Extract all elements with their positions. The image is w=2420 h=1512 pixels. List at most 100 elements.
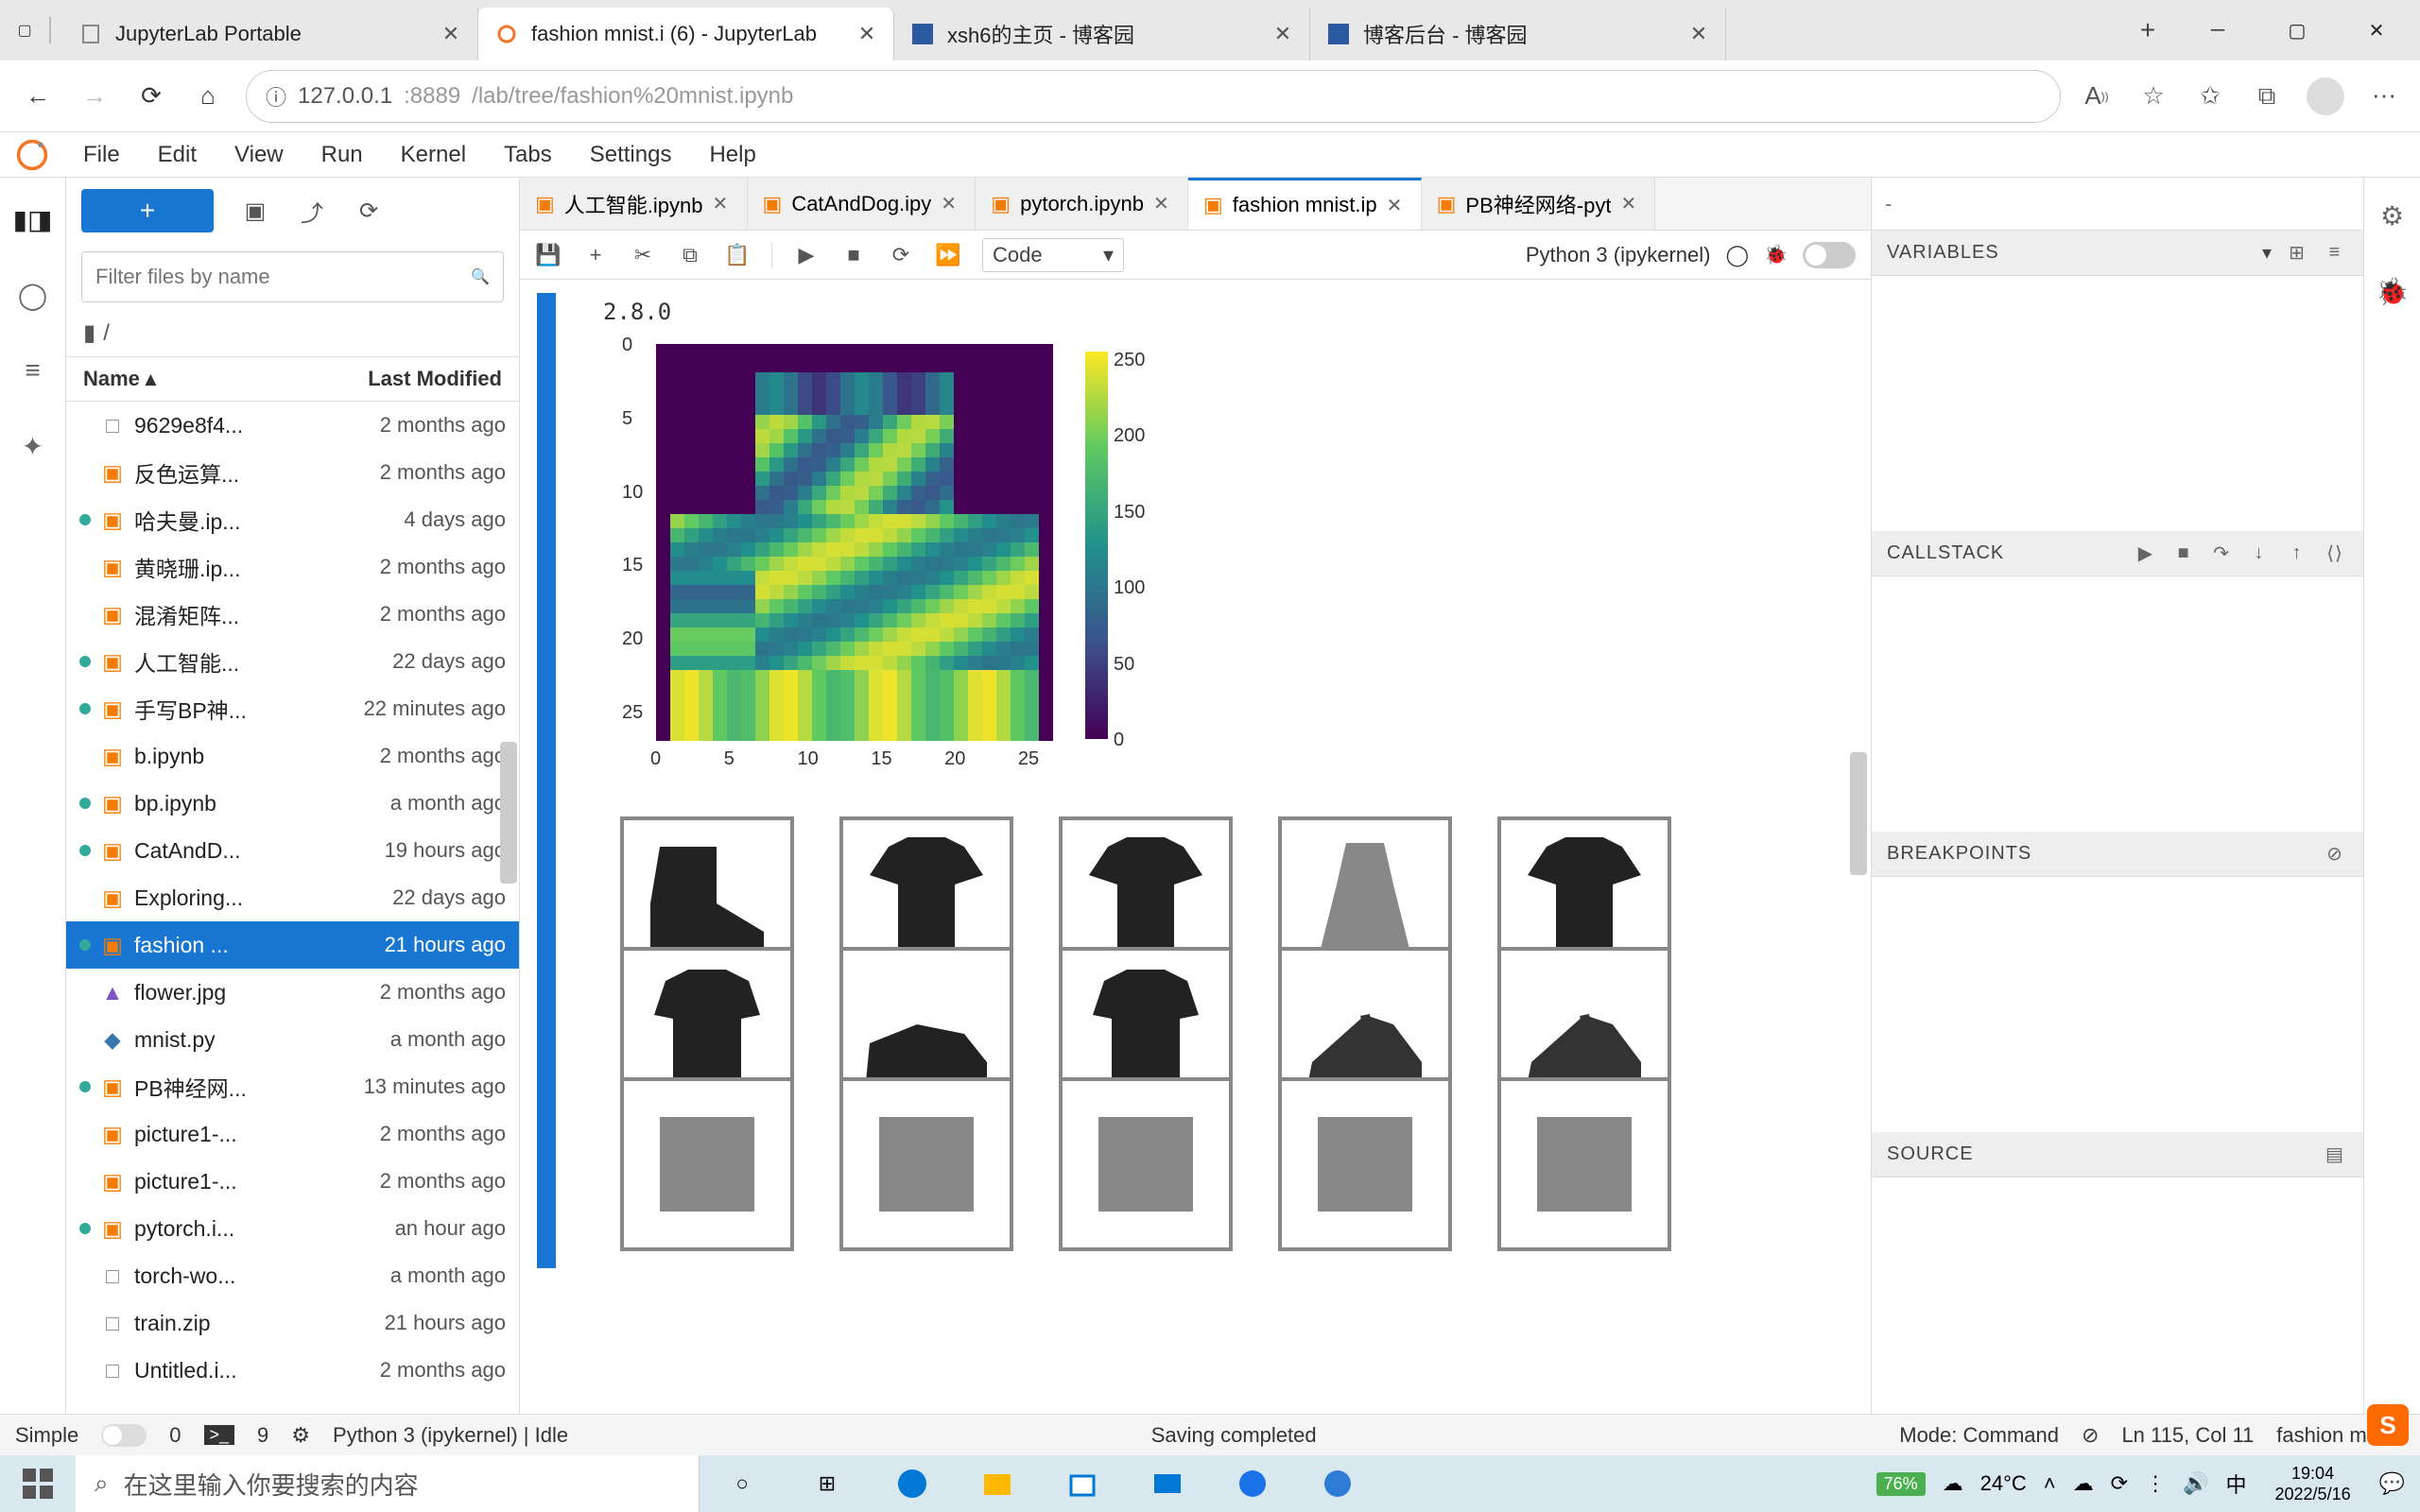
file-row[interactable]: ▣picture1-...2 months ago — [66, 1158, 519, 1205]
file-row[interactable]: ▣哈夫曼.ip...4 days ago — [66, 496, 519, 543]
mode-status[interactable]: Mode: Command — [1899, 1423, 2059, 1448]
weather-icon[interactable]: ☁ — [1943, 1471, 1963, 1496]
edge-icon[interactable] — [870, 1455, 955, 1512]
app-icon[interactable] — [1210, 1455, 1295, 1512]
document-tab[interactable]: ▣pytorch.ipynb✕ — [976, 178, 1188, 230]
sogou-ime-badge[interactable]: S — [2367, 1404, 2409, 1446]
close-icon[interactable]: ✕ — [1153, 192, 1172, 215]
file-filter[interactable]: 🔍 — [81, 251, 504, 302]
breadcrumb[interactable]: ▮ / — [66, 310, 519, 356]
favorite-icon[interactable]: ☆ — [2136, 79, 2170, 113]
close-icon[interactable]: ✕ — [856, 23, 878, 45]
collections-icon[interactable]: ⧉ — [2250, 79, 2284, 113]
col-modified[interactable]: Last Modified — [368, 367, 502, 391]
menu-file[interactable]: File — [64, 132, 139, 177]
onedrive-icon[interactable]: ☁ — [2073, 1471, 2094, 1496]
notebook-area[interactable]: 2.8.0 0510152025 0510152025 050100150200… — [520, 280, 1871, 1414]
continue-icon[interactable]: ▶ — [2133, 541, 2159, 567]
kernel-name[interactable]: Python 3 (ipykernel) — [1526, 243, 1711, 267]
start-button[interactable] — [0, 1455, 76, 1512]
nav-home[interactable]: ⌂ — [189, 77, 227, 115]
breakpoints-header[interactable]: BREAKPOINTS ⊘ — [1872, 832, 2363, 877]
cell-gutter[interactable] — [537, 293, 556, 1268]
new-folder-icon[interactable]: ▣ — [240, 196, 270, 226]
close-icon[interactable]: ✕ — [1387, 194, 1406, 217]
file-row[interactable]: ▣pytorch.i...an hour ago — [66, 1205, 519, 1252]
close-icon[interactable]: ✕ — [1620, 192, 1639, 215]
file-row[interactable]: ▣Exploring...22 days ago — [66, 874, 519, 921]
store-icon[interactable] — [1040, 1455, 1125, 1512]
cortana-icon[interactable]: ○ — [700, 1455, 785, 1512]
debugger-sidebar-icon[interactable]: 🐞 — [2374, 272, 2411, 310]
run-icon[interactable]: ▶ — [793, 242, 820, 268]
new-tab-button[interactable]: + — [2121, 0, 2174, 60]
step-over-icon[interactable]: ↷ — [2208, 541, 2235, 567]
debugger-search[interactable] — [1885, 192, 2350, 216]
file-row[interactable]: ▣黄晓珊.ip...2 months ago — [66, 543, 519, 591]
scrollbar-thumb[interactable] — [500, 742, 517, 884]
simple-toggle[interactable] — [101, 1424, 147, 1447]
menu-kernel[interactable]: Kernel — [382, 132, 485, 177]
file-row[interactable]: □9629e8f4...2 months ago — [66, 402, 519, 449]
file-row[interactable]: ▲flower.jpg2 months ago — [66, 969, 519, 1016]
edge-legacy-icon[interactable] — [1295, 1455, 1380, 1512]
nav-back[interactable]: ← — [19, 77, 57, 115]
window-maximize[interactable]: ▢ — [2261, 4, 2333, 57]
file-filter-input[interactable] — [95, 265, 461, 289]
debugger-icon[interactable]: 🐞 — [1764, 243, 1788, 266]
menu-view[interactable]: View — [216, 132, 302, 177]
paste-icon[interactable]: 📋 — [724, 242, 751, 268]
browser-tab[interactable]: xsh6的主页 - 博客园✕ — [894, 8, 1310, 60]
browser-tab[interactable]: fashion mnist.i (6) - JupyterLab✕ — [478, 8, 894, 60]
variables-header[interactable]: VARIABLES ▾ ⊞ ≡ — [1872, 231, 2363, 276]
document-tab[interactable]: ▣fashion mnist.ip✕ — [1188, 178, 1422, 230]
browser-tab[interactable]: JupyterLab Portable✕ — [62, 8, 478, 60]
volume-icon[interactable]: 🔊 — [2183, 1471, 2208, 1496]
table-view-icon[interactable]: ≡ — [2322, 240, 2348, 266]
file-row[interactable]: ▣bp.ipynba month ago — [66, 780, 519, 827]
file-row[interactable]: □torch-wo...a month ago — [66, 1252, 519, 1299]
jupyter-logo[interactable] — [11, 134, 53, 176]
restart-icon[interactable]: ⟳ — [888, 242, 914, 268]
notifications-icon[interactable]: 💬 — [2379, 1471, 2405, 1496]
url-input[interactable]: ⓘ 127.0.0.1:8889/lab/tree/fashion%20mnis… — [246, 70, 2061, 123]
taskbar-search[interactable]: ⌕ 在这里输入你要搜索的内容 — [76, 1455, 700, 1512]
file-row[interactable]: ▣picture1-...2 months ago — [66, 1110, 519, 1158]
clear-breakpoints-icon[interactable]: ⊘ — [2322, 841, 2348, 868]
update-icon[interactable]: ⟳ — [2111, 1471, 2128, 1496]
cut-icon[interactable]: ✂ — [630, 242, 656, 268]
close-icon[interactable]: ✕ — [941, 192, 959, 215]
file-row[interactable]: □Untitled.i...2 months ago — [66, 1347, 519, 1394]
profile-avatar[interactable] — [2307, 77, 2344, 115]
refresh-icon[interactable]: ⟳ — [354, 196, 384, 226]
temperature[interactable]: 24°C — [1980, 1471, 2027, 1496]
source-header[interactable]: SOURCE ▤ — [1872, 1132, 2363, 1177]
step-out-icon[interactable]: ↑ — [2284, 541, 2310, 567]
close-icon[interactable]: ✕ — [440, 23, 462, 45]
wifi-icon[interactable]: ⋮ — [2145, 1471, 2166, 1496]
toc-icon[interactable]: ≡ — [14, 352, 52, 389]
copy-icon[interactable]: ⧉ — [677, 242, 703, 268]
frames-icon[interactable]: ⟨⟩ — [2322, 541, 2348, 567]
menu-run[interactable]: Run — [302, 132, 382, 177]
tree-view-icon[interactable]: ⊞ — [2284, 240, 2310, 266]
nav-refresh[interactable]: ⟳ — [132, 77, 170, 115]
filebrowser-icon[interactable]: ▮◨ — [14, 200, 52, 238]
battery-icon[interactable]: 76% — [1876, 1472, 1926, 1496]
add-cell-icon[interactable]: + — [582, 242, 609, 268]
callstack-header[interactable]: CALLSTACK ▶ ■ ↷ ↓ ↑ ⟨⟩ — [1872, 531, 2363, 576]
running-icon[interactable]: ◯ — [14, 276, 52, 314]
system-tray[interactable]: 76% ☁ 24°C ˄ ☁ ⟳ ⋮ 🔊 中 19:04 2022/5/16 💬 — [1861, 1455, 2420, 1512]
close-icon[interactable]: ✕ — [1687, 23, 1710, 45]
file-row[interactable]: ▣人工智能...22 days ago — [66, 638, 519, 685]
celltype-select[interactable]: Code ▾ — [982, 238, 1124, 272]
file-row[interactable]: ▣反色运算...2 months ago — [66, 449, 519, 496]
file-row[interactable]: ◆mnist.pya month ago — [66, 1016, 519, 1063]
favorites-bar-icon[interactable]: ✩ — [2193, 79, 2227, 113]
read-aloud-icon[interactable]: A)) — [2080, 79, 2114, 113]
menu-help[interactable]: Help — [690, 132, 774, 177]
close-icon[interactable]: ✕ — [1271, 23, 1294, 45]
mail-icon[interactable] — [1125, 1455, 1210, 1512]
taskview-icon[interactable]: ⊞ — [785, 1455, 870, 1512]
lncol-status[interactable]: Ln 115, Col 11 — [2121, 1423, 2254, 1448]
